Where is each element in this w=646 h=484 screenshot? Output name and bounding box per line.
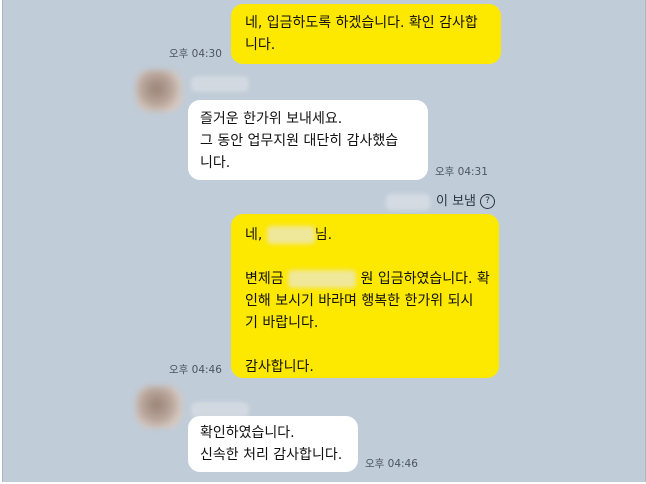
contact-name-redacted bbox=[191, 76, 249, 92]
my-message-bubble[interactable]: 네, 입금하도록 하겠습니다. 확인 감사합 니다. bbox=[231, 4, 501, 64]
message-text-line: 신속한 처리 감사합니다. bbox=[200, 447, 343, 463]
greeting-line: 네, 님. bbox=[245, 224, 485, 246]
message-text-line: 니다. bbox=[245, 37, 276, 53]
message-text-line: 인해 보시기 바라며 행복한 한가위 되시 bbox=[245, 293, 474, 309]
redacted-name bbox=[385, 193, 430, 210]
message-text-line: 확인하였습니다. bbox=[200, 425, 295, 441]
chat-area: 오후 04:30 네, 입금하도록 하겠습니다. 확인 감사합 니다. 즐거운 … bbox=[2, 0, 646, 482]
message-time: 오후 04:31 bbox=[435, 166, 488, 178]
sent-notice: 이 보냄? bbox=[385, 190, 495, 210]
message-text-line: 기 바랍니다. bbox=[245, 315, 319, 331]
transfer-prefix: 변제금 bbox=[245, 271, 284, 287]
transfer-suffix: 원 입금하였습니다. 확 bbox=[360, 271, 490, 287]
redacted-name bbox=[266, 226, 315, 244]
message-text-line: 그 동안 업무지원 대단히 감사했습 bbox=[200, 133, 399, 149]
help-circle-icon[interactable]: ? bbox=[480, 194, 495, 209]
my-message-bubble[interactable]: 네, 님. 변제금 원 입금하였습니다. 확 인해 보시기 바라며 행복한 한가… bbox=[231, 214, 499, 378]
their-message-bubble[interactable]: 즐거운 한가위 보내세요. 그 동안 업무지원 대단히 감사했습 니다. bbox=[188, 100, 428, 180]
contact-avatar[interactable] bbox=[136, 70, 182, 112]
message-text-line: 즐거운 한가위 보내세요. bbox=[200, 111, 343, 127]
their-message-bubble[interactable]: 확인하였습니다. 신속한 처리 감사합니다. bbox=[188, 416, 358, 472]
message-text-line: 니다. bbox=[200, 155, 231, 171]
message-text-line: 네, 입금하도록 하겠습니다. 확인 감사합 bbox=[245, 15, 478, 31]
redacted-amount bbox=[288, 270, 357, 288]
greeting-prefix: 네, bbox=[245, 227, 263, 243]
message-time: 오후 04:46 bbox=[365, 458, 418, 470]
greeting-suffix: 님. bbox=[314, 227, 333, 243]
message-time: 오후 04:30 bbox=[169, 48, 222, 60]
contact-avatar[interactable] bbox=[136, 386, 182, 428]
transfer-line: 변제금 원 입금하였습니다. 확 bbox=[245, 268, 490, 290]
message-time: 오후 04:46 bbox=[169, 364, 222, 376]
sent-notice-label: 이 보냄 bbox=[435, 194, 476, 209]
closing-line: 감사합니다. bbox=[245, 359, 314, 375]
